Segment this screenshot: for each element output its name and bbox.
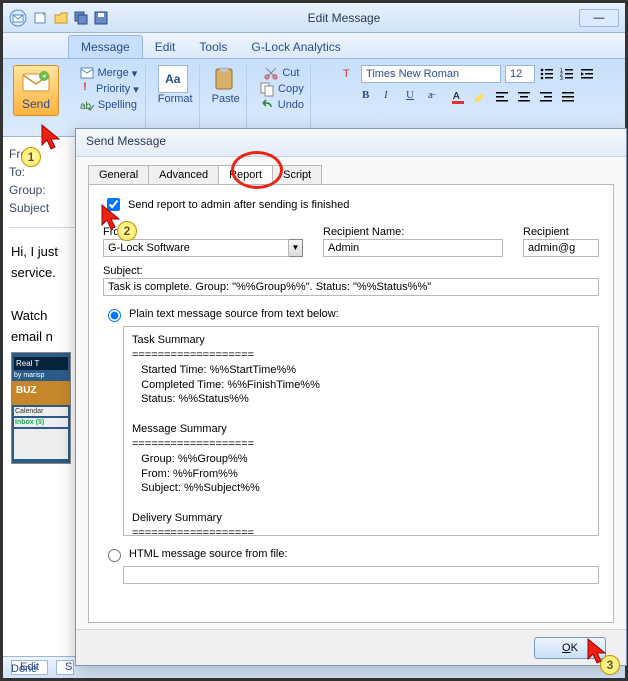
send-report-label: Send report to admin after sending is fi…	[128, 199, 349, 211]
tab-message[interactable]: Message	[68, 35, 143, 58]
status-done: Done	[11, 663, 37, 675]
tab-report[interactable]: Report	[218, 165, 273, 184]
qat-new-icon[interactable]	[33, 10, 49, 26]
cursor-icon-3	[585, 637, 611, 667]
send-label: Send	[22, 97, 50, 111]
report-text-area[interactable]: Task Summary =================== Started…	[123, 326, 599, 536]
svg-text:T: T	[343, 68, 350, 80]
plain-text-radio[interactable]	[108, 309, 121, 322]
tab-general[interactable]: General	[88, 165, 149, 184]
font-color-icon[interactable]: A	[450, 89, 466, 105]
justify-icon[interactable]	[560, 89, 576, 105]
recipient-name-input[interactable]: Admin	[323, 239, 503, 257]
paste-button[interactable]: Paste	[212, 65, 240, 105]
tab-script[interactable]: Script	[272, 165, 322, 184]
send-message-dialog: Send Message General Advanced Report Scr…	[75, 128, 627, 666]
app-icon	[9, 9, 27, 27]
status-s-tab[interactable]: S	[56, 660, 74, 675]
tab-glock[interactable]: G-Lock Analytics	[239, 36, 352, 58]
cursor-icon-2	[99, 203, 125, 233]
html-file-radio[interactable]	[108, 549, 121, 562]
dialog-title: Send Message	[76, 129, 626, 157]
html-file-radio-label: HTML message source from file:	[129, 548, 288, 560]
minimize-button[interactable]: —	[579, 9, 619, 27]
window-title: Edit Message	[109, 11, 579, 25]
subject-field-label: Subject:	[103, 265, 599, 277]
subject-input[interactable]: Task is complete. Group: "%%Group%%". St…	[103, 278, 599, 296]
qat-save-icon[interactable]	[93, 10, 109, 26]
strike-icon[interactable]: a̶	[428, 89, 444, 105]
send-button[interactable]: Send	[13, 65, 59, 116]
format-button[interactable]: Aa Format	[158, 65, 193, 105]
embedded-thumbnail: Real T by marisp BUZ Calendar Inbox (5)	[11, 352, 71, 464]
underline-icon[interactable]: U	[406, 89, 422, 105]
plain-text-radio-label: Plain text message source from text belo…	[129, 308, 339, 320]
annotation-badge-1: 1	[21, 147, 41, 167]
copy-button[interactable]: Copy	[259, 81, 304, 97]
group-label: Group:	[9, 183, 59, 197]
font-type-icon: T	[343, 66, 357, 83]
undo-button[interactable]: Undo	[259, 97, 304, 113]
svg-text:3: 3	[560, 76, 563, 82]
italic-icon[interactable]: I	[384, 89, 400, 105]
align-right-icon[interactable]	[538, 89, 554, 105]
bold-icon[interactable]: B	[362, 89, 378, 105]
recipient-name-label: Recipient Name:	[323, 226, 503, 238]
subject-label: Subject	[9, 201, 59, 215]
qat-open-icon[interactable]	[53, 10, 69, 26]
qat-saveall-icon[interactable]	[73, 10, 89, 26]
align-center-icon[interactable]	[516, 89, 532, 105]
recipient-input[interactable]: admin@g	[523, 239, 599, 257]
font-select[interactable]: Times New Roman	[361, 65, 501, 83]
tab-edit[interactable]: Edit	[143, 36, 188, 58]
numbering-icon[interactable]: 123	[559, 66, 575, 82]
priority-button[interactable]: !Priority ▾	[77, 81, 139, 97]
from-combo[interactable]: G-Lock Software	[103, 239, 289, 257]
svg-text:A: A	[453, 91, 460, 102]
html-file-input[interactable]	[123, 566, 599, 584]
to-label: To:	[9, 165, 59, 179]
bullets-icon[interactable]	[539, 66, 555, 82]
highlight-icon[interactable]	[472, 89, 488, 105]
font-size-select[interactable]: 12	[505, 65, 535, 83]
cut-button[interactable]: Cut	[263, 65, 299, 81]
tab-advanced[interactable]: Advanced	[148, 165, 219, 184]
align-left-icon[interactable]	[494, 89, 510, 105]
recipient-label: Recipient	[523, 226, 599, 238]
spelling-button[interactable]: abSpelling	[79, 97, 137, 113]
merge-button[interactable]: Merge ▾	[79, 65, 138, 81]
indent-icon[interactable]	[579, 66, 595, 82]
tab-tools[interactable]: Tools	[187, 36, 239, 58]
from-combo-arrow[interactable]: ▼	[289, 239, 303, 257]
cursor-icon-1	[39, 123, 65, 153]
